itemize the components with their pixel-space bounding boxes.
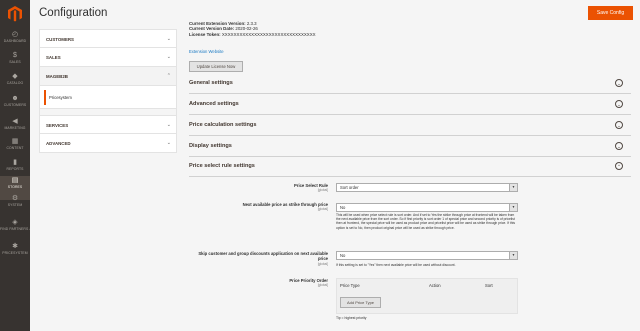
current-version-date-value: 2020-02-26	[235, 26, 258, 32]
nav-item-system[interactable]: ⚙ SYSTEM	[0, 194, 30, 218]
dropdown-arrow-icon: ▼	[509, 184, 517, 191]
cube-icon: ◆	[12, 73, 18, 80]
section-price-calculation-settings[interactable]: Price calculation settings ⌄	[189, 115, 631, 136]
nav-item-label: MARKETING	[4, 126, 26, 130]
chevron-down-icon: ⌄	[166, 54, 171, 60]
tab-customers-label: CUSTOMERS	[46, 37, 74, 42]
nav-item-catalog[interactable]: ◆ CATALOG	[0, 72, 30, 96]
save-config-button[interactable]: Save Config	[588, 6, 633, 20]
dollar-icon: $	[13, 52, 17, 59]
chevron-down-icon: ⌄	[166, 140, 171, 146]
skip-discounts-label: Skip customer and group discounts applic…	[198, 251, 328, 261]
dropdown-arrow-icon: ▼	[509, 252, 517, 259]
bar-chart-icon: ▮	[13, 159, 17, 166]
skip-discounts-note: If this setting is set to "Yes" then nex…	[336, 263, 456, 267]
person-icon: ☻	[11, 95, 19, 102]
section-advanced-settings[interactable]: Advanced settings ⌄	[189, 94, 631, 115]
current-extension-version-label: Current Extension Version:	[189, 21, 246, 26]
tab-mageb2b[interactable]: MAGEB2B ⌃	[39, 67, 177, 86]
column-header-sort: Sort	[485, 283, 493, 288]
chevron-down-circle-icon: ⌄	[615, 121, 623, 129]
extension-info: Current Extension Version: 2.3.3 Current…	[189, 21, 631, 37]
section-display-settings[interactable]: Display settings ⌄	[189, 136, 631, 157]
dashboard-icon: ◴	[11, 31, 19, 38]
page-title: Configuration	[39, 7, 108, 19]
tab-mageb2b-label: MAGEB2B	[46, 74, 68, 79]
nav-item-label: SALES	[9, 60, 21, 64]
tab-services[interactable]: SERVICES ⌄	[39, 115, 177, 134]
license-token-label: License Token:	[189, 31, 221, 37]
priority-tip: Tip = highest priority	[336, 316, 367, 320]
config-tabs: CUSTOMERS ⌄ SALES ⌄ MAGEB2B ⌃ Pricesyste…	[39, 29, 177, 153]
price-select-rule-value: Sort order	[340, 185, 359, 190]
skip-discounts-value: No	[340, 253, 346, 258]
current-extension-version-value: 2.3.3	[246, 21, 257, 26]
skip-discounts-scope: [global]	[317, 262, 328, 266]
section-title: Price calculation settings	[189, 122, 257, 128]
strike-through-scope: [global]	[317, 207, 328, 211]
nav-item-label: STORES	[7, 185, 23, 189]
chevron-up-icon: ⌃	[166, 73, 171, 79]
chevron-down-circle-icon: ⌄	[615, 100, 623, 108]
chevron-down-icon: ⌄	[166, 122, 171, 128]
license-token: License Token: XXXXXXXXXXXXXXXXXXXXXXXXX…	[189, 32, 631, 37]
pricesystem-icon: ✱	[12, 243, 18, 250]
dropdown-arrow-icon: ▼	[509, 204, 517, 211]
tab-advanced[interactable]: ADVANCED ⌄	[39, 134, 177, 153]
tab-item-pricesystem[interactable]: Pricesystem	[44, 89, 72, 105]
column-header-action: Action	[429, 283, 441, 288]
strike-through-select[interactable]: No ▼	[336, 203, 518, 212]
nav-item-label: PRICESYSTEM	[2, 251, 28, 255]
add-price-type-button[interactable]: Add Price Type	[340, 297, 381, 308]
price-select-rule-scope: [global]	[317, 188, 328, 192]
section-title: General settings	[189, 80, 233, 86]
nav-item-customers[interactable]: ☻ CUSTOMERS	[0, 94, 30, 118]
tab-sales[interactable]: SALES ⌄	[39, 48, 177, 67]
price-select-rule-select[interactable]: Sort order ▼	[336, 183, 518, 192]
column-header-price-type: Price Type	[340, 283, 360, 288]
tab-advanced-label: ADVANCED	[46, 141, 71, 146]
skip-discounts-select[interactable]: No ▼	[336, 251, 518, 260]
nav-item-label: CATALOG	[6, 81, 24, 85]
chevron-up-circle-icon: ⌃	[615, 162, 623, 170]
megaphone-icon: ◀	[12, 118, 18, 125]
section-title: Display settings	[189, 143, 232, 149]
nav-item-label: REPORTS	[6, 167, 24, 171]
nav-item-label: CUSTOMERS	[3, 103, 27, 107]
tab-sales-label: SALES	[46, 55, 61, 60]
license-token-value: XXXXXXXXXXXXXXXXXXXXXXXXXXXXXXXX	[221, 31, 316, 37]
nav-item-label: FIND PARTNERS & EXTENSIONS	[0, 227, 30, 231]
chevron-down-icon: ⌄	[166, 36, 171, 42]
gear-icon: ⚙	[11, 195, 19, 202]
section-price-select-rule-settings[interactable]: Price select rule settings ⌃	[189, 156, 631, 177]
nav-item-label: CONTENT	[6, 146, 24, 150]
nav-item-label: SYSTEM	[7, 203, 23, 207]
current-version-date-label: Current Version Date:	[189, 26, 235, 32]
update-license-button[interactable]: Update License Now	[189, 61, 243, 72]
extension-website-link[interactable]: Extension Website	[189, 49, 224, 54]
nav-item-label: DASHBOARD	[3, 39, 27, 43]
priority-order-scope: [global]	[317, 283, 328, 287]
magento-logo-icon[interactable]	[8, 6, 22, 22]
chevron-down-circle-icon: ⌄	[615, 79, 623, 87]
tab-services-label: SERVICES	[46, 123, 69, 128]
strike-through-value: No	[340, 205, 346, 210]
puzzle-icon: ◈	[12, 219, 18, 226]
price-priority-table: Price Type Action Sort Add Price Type	[336, 278, 518, 314]
nav-item-find-partners-extensions[interactable]: ◈FIND PARTNERS & EXTENSIONS	[0, 218, 30, 242]
chevron-down-circle-icon: ⌄	[615, 142, 623, 150]
tab-mageb2b-submenu: Pricesystem	[39, 86, 177, 109]
section-title: Advanced settings	[189, 101, 239, 107]
store-icon: ▤	[11, 177, 19, 184]
section-title: Price select rule settings	[189, 163, 255, 169]
layout-icon: ▦	[11, 138, 19, 145]
strike-through-note: This will be used when price select rule…	[336, 213, 516, 230]
tab-customers[interactable]: CUSTOMERS ⌄	[39, 29, 177, 48]
nav-item-pricesystem[interactable]: ✱ PRICESYSTEM	[0, 242, 30, 266]
section-general-settings[interactable]: General settings ⌄	[189, 73, 631, 94]
